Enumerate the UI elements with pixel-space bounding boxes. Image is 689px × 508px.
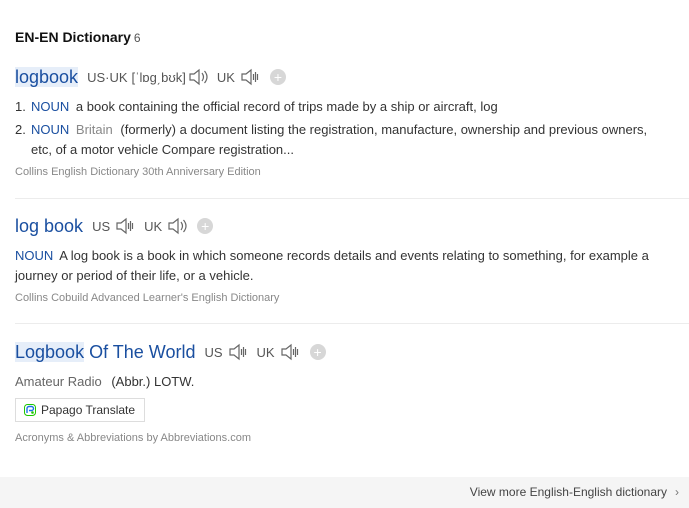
view-more-label: View more English-English dictionary [469, 485, 667, 499]
part-of-speech: NOUN [31, 99, 70, 114]
speaker-icon[interactable] [228, 343, 248, 361]
part-of-speech: NOUN [31, 122, 70, 137]
entry-head: Logbook Of The World US UK + [15, 340, 689, 364]
section-title-text: EN-EN Dictionary [15, 29, 131, 45]
entry-word-link[interactable]: logbook [15, 66, 79, 88]
definition-list: 1. NOUN a book containing the official r… [15, 97, 689, 160]
word-rest: Of The World [84, 341, 196, 362]
entry-head: log book US UK + [15, 214, 689, 238]
entry-logbook-of-the-world: Logbook Of The World US UK + Amateur Rad… [15, 340, 689, 444]
entry-logbook: logbook US·UK [ˈlɒɡ͵bʊk] UK + 1. NOUN a … [15, 65, 689, 178]
plus-icon[interactable]: + [269, 69, 286, 85]
definition-item: 1. NOUN a book containing the official r… [15, 97, 655, 117]
divider [15, 198, 689, 199]
plus-icon[interactable]: + [197, 218, 214, 234]
papago-label: Papago Translate [41, 403, 136, 417]
dictionary-panel: EN-EN Dictionary 6 logbook US·UK [ˈlɒɡ͵bʊ… [0, 0, 689, 508]
speaker-icon[interactable] [240, 68, 260, 86]
definition-item: NOUN A log book is a book in which someo… [15, 246, 689, 286]
entry-log-book: log book US UK + NOUN A log book is a bo… [15, 214, 689, 305]
entry-word-link[interactable]: log book [15, 216, 83, 237]
definition-number: 1. [15, 99, 26, 114]
definition-item: 2. NOUN Britain (formerly) a document li… [15, 120, 655, 160]
definition-text: A log book is a book in which someone re… [15, 248, 649, 283]
source-attribution: Collins Cobuild Advanced Learner's Engli… [15, 292, 280, 304]
definition-item: Amateur Radio (Abbr.) LOTW. [15, 374, 689, 389]
section-title: EN-EN Dictionary 6 [15, 29, 141, 45]
pronunciation-uk: UK [257, 343, 300, 361]
pron-tag: US [204, 344, 223, 360]
pron-tag: US [92, 218, 111, 234]
speaker-icon[interactable] [188, 68, 208, 86]
part-of-speech: NOUN [15, 248, 54, 263]
result-count: 6 [133, 31, 141, 45]
definition-text: (Abbr.) LOTW. [111, 374, 195, 389]
pron-tag: US·UK [87, 69, 128, 85]
word-highlight: logbook [15, 66, 79, 87]
speaker-icon[interactable] [280, 343, 300, 361]
pron-ipa: [ˈlɒɡ͵bʊk] [131, 69, 186, 85]
entry-word-link[interactable]: Logbook Of The World [15, 341, 196, 363]
divider [15, 323, 689, 324]
pron-tag: UK [216, 69, 235, 85]
definition-text: a book containing the official record of… [75, 99, 498, 114]
pronunciation-uk: UK [144, 217, 187, 235]
source-attribution: Acronyms & Abbreviations by Abbreviation… [15, 432, 252, 444]
pron-tag: UK [144, 218, 163, 234]
chevron-right-icon: › [675, 485, 679, 499]
pron-tag: UK [256, 344, 275, 360]
word-highlight: Logbook [15, 341, 85, 362]
region-label: Britain [75, 122, 113, 137]
papago-icon [24, 404, 36, 416]
plus-icon[interactable]: + [309, 344, 326, 360]
speaker-icon[interactable] [167, 217, 187, 235]
pronunciation-uk: UK [217, 68, 260, 86]
definition-text: (formerly) a document listing the regist… [31, 122, 648, 157]
pronunciation-us: US [92, 217, 135, 235]
view-more-link[interactable]: View more English-English dictionary › [470, 485, 679, 499]
domain-label: Amateur Radio [15, 374, 102, 389]
footer-bar: View more English-English dictionary › [0, 477, 689, 508]
pronunciation-us: US [204, 343, 247, 361]
papago-translate-button[interactable]: Papago Translate [15, 398, 146, 422]
speaker-icon[interactable] [115, 217, 135, 235]
entry-head: logbook US·UK [ˈlɒɡ͵bʊk] UK + [15, 65, 689, 89]
definition-number: 2. [15, 122, 26, 137]
pronunciation-us-uk: US·UK [ˈlɒɡ͵bʊk] [87, 68, 208, 86]
source-attribution: Collins English Dictionary 30th Annivers… [15, 166, 261, 178]
